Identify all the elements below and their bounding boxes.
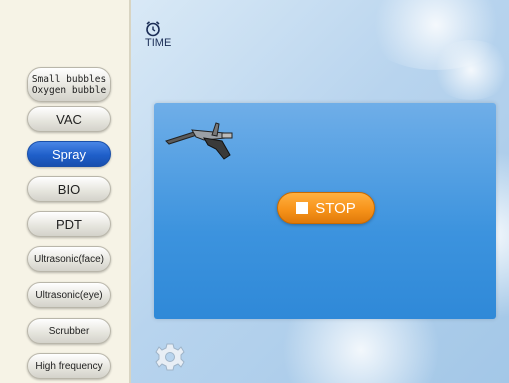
spray-control-panel: STOP bbox=[154, 103, 496, 319]
sidebar: Small bubbles Oxygen bubble VAC Spray BI… bbox=[0, 0, 131, 383]
ultrasonic-face-button[interactable]: Ultrasonic(face) bbox=[27, 246, 111, 272]
bio-label: BIO bbox=[57, 181, 81, 197]
vac-label: VAC bbox=[56, 111, 82, 127]
bubble-mode-button[interactable]: Small bubbles Oxygen bubble bbox=[27, 67, 111, 102]
time-widget[interactable]: TIME bbox=[145, 20, 185, 49]
bio-button[interactable]: BIO bbox=[27, 176, 111, 202]
stop-square-icon bbox=[296, 202, 309, 214]
high-frequency-label: High frequency bbox=[35, 360, 103, 372]
pdt-button[interactable]: PDT bbox=[27, 211, 111, 237]
time-label: TIME bbox=[145, 37, 172, 49]
main-area: TIME STOP bbox=[131, 0, 509, 383]
stop-button[interactable]: STOP bbox=[277, 192, 375, 224]
water-splash-decoration bbox=[431, 40, 509, 100]
spray-button[interactable]: Spray bbox=[27, 141, 111, 167]
bubble-label-line1: Small bubbles bbox=[31, 73, 107, 85]
spray-label: Spray bbox=[52, 146, 86, 162]
pdt-label: PDT bbox=[56, 216, 82, 232]
alarm-clock-icon bbox=[146, 21, 160, 37]
bubble-label-line2: Oxygen bubble bbox=[31, 84, 107, 96]
ultrasonic-eye-button[interactable]: Ultrasonic(eye) bbox=[27, 282, 111, 308]
ultrasonic-eye-label: Ultrasonic(eye) bbox=[35, 289, 103, 301]
high-frequency-button[interactable]: High frequency bbox=[27, 353, 111, 379]
vac-button[interactable]: VAC bbox=[27, 106, 111, 132]
stop-label: STOP bbox=[315, 199, 356, 217]
scrubber-label: Scrubber bbox=[48, 325, 90, 337]
scrubber-button[interactable]: Scrubber bbox=[27, 318, 111, 344]
ultrasonic-face-label: Ultrasonic(face) bbox=[33, 253, 105, 265]
spray-gun-icon bbox=[165, 122, 233, 160]
gear-icon[interactable] bbox=[155, 342, 185, 372]
